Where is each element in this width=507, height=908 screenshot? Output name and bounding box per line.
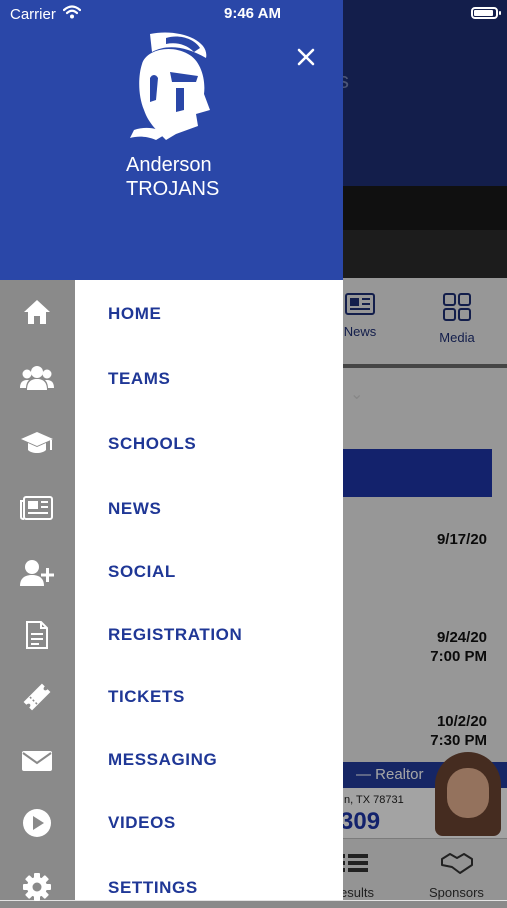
menu-item-settings[interactable]: SETTINGS — [75, 868, 343, 908]
ticket-icon — [20, 682, 54, 712]
newspaper-icon — [20, 493, 54, 523]
menu-item-label: TICKETS — [108, 687, 185, 706]
team-mascot: TROJANS — [126, 178, 220, 200]
icon-rail — [0, 280, 75, 902]
close-icon — [297, 48, 315, 66]
menu-item-schools[interactable]: SCHOOLS — [75, 424, 343, 464]
menu-item-label: HOME — [108, 304, 162, 323]
menu-item-label: MESSAGING — [108, 750, 218, 769]
side-drawer: Anderson TROJANS HOME TEAMS SCHOOLS NEWS… — [0, 0, 343, 902]
menu-item-videos[interactable]: VIDEOS — [75, 803, 343, 843]
menu-item-registration[interactable]: REGISTRATION — [75, 615, 343, 655]
menu-item-label: SETTINGS — [108, 878, 198, 897]
menu-item-messaging[interactable]: MESSAGING — [75, 740, 343, 780]
menu-list: HOME TEAMS SCHOOLS NEWS SOCIAL REGISTRAT… — [75, 280, 343, 900]
envelope-icon — [20, 746, 54, 776]
menu-item-label: VIDEOS — [108, 813, 176, 832]
menu-item-home[interactable]: HOME — [75, 294, 343, 334]
menu-item-teams[interactable]: TEAMS — [75, 359, 343, 399]
users-icon — [20, 363, 54, 393]
user-plus-icon — [20, 558, 54, 588]
menu-item-label: SOCIAL — [108, 562, 176, 581]
menu-item-label: TEAMS — [108, 369, 171, 388]
gear-icon — [20, 872, 54, 902]
wifi-icon — [63, 5, 81, 19]
home-icon — [20, 297, 54, 327]
play-icon — [20, 808, 54, 838]
team-name: Anderson — [126, 154, 212, 176]
close-button[interactable] — [291, 45, 321, 71]
menu-item-label: NEWS — [108, 499, 162, 518]
status-time: 9:46 AM — [224, 5, 281, 22]
status-bar: Carrier 9:46 AM — [0, 0, 507, 28]
trojan-helmet-logo — [130, 32, 210, 140]
drawer-header: Anderson TROJANS — [0, 0, 343, 280]
menu-item-tickets[interactable]: TICKETS — [75, 677, 343, 717]
menu-item-social[interactable]: SOCIAL — [75, 552, 343, 592]
carrier-label: Carrier — [10, 6, 56, 23]
menu-item-label: SCHOOLS — [108, 434, 197, 453]
graduation-cap-icon — [20, 428, 54, 458]
menu-item-news[interactable]: NEWS — [75, 489, 343, 529]
document-icon — [20, 620, 54, 650]
battery-icon — [471, 7, 501, 19]
menu-item-label: REGISTRATION — [108, 625, 243, 644]
team-name-block: Anderson TROJANS — [126, 153, 219, 201]
